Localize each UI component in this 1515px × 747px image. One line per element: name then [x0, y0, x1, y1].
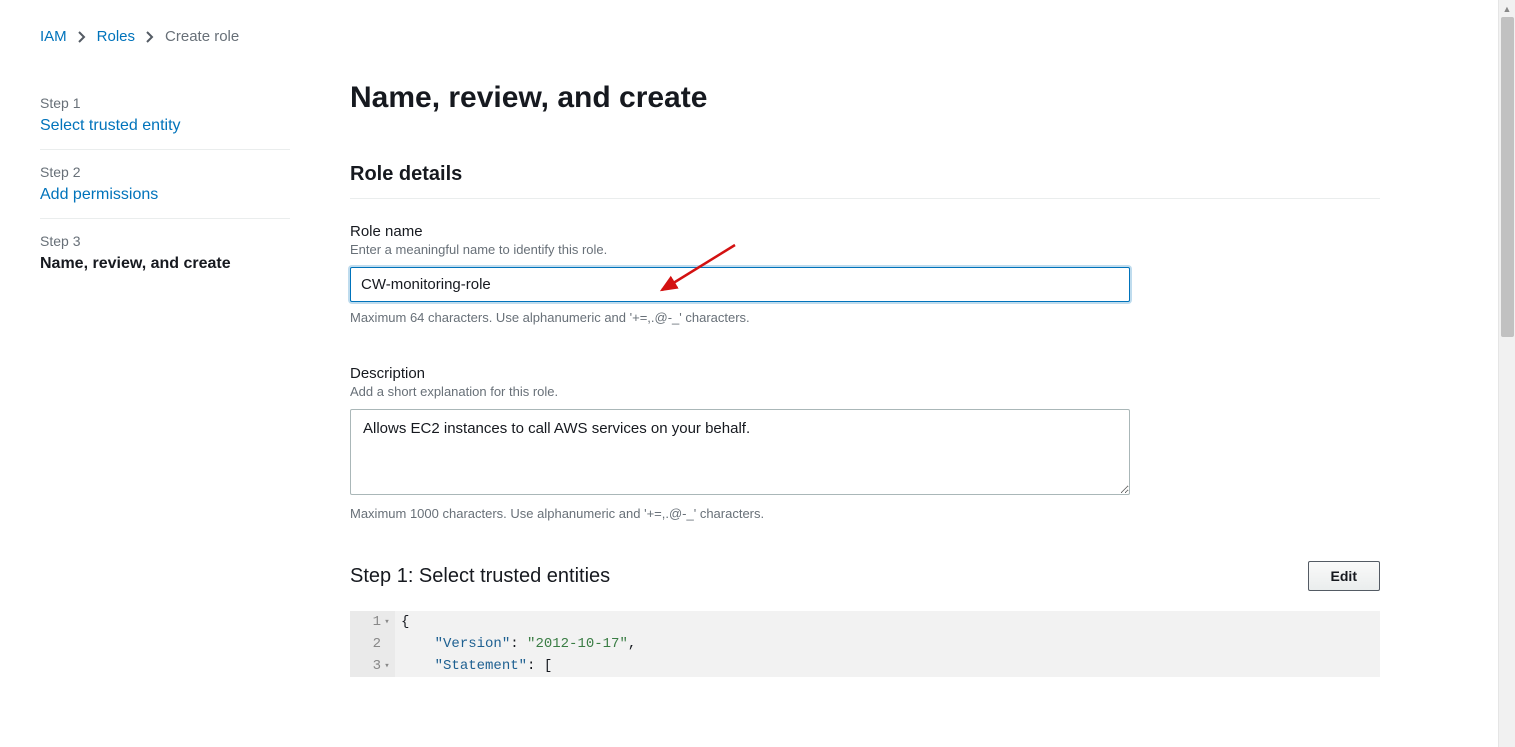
description-input[interactable] [350, 409, 1130, 495]
role-name-field: Role name Enter a meaningful name to ide… [350, 223, 1380, 325]
line-number: 1▾ [350, 611, 395, 633]
step-3-title: Name, review, and create [40, 255, 290, 273]
role-name-label: Role name [350, 223, 1380, 240]
chevron-right-icon [77, 30, 87, 44]
step-2-title: Add permissions [40, 186, 290, 204]
description-label: Description [350, 365, 1380, 382]
step-3-number: Step 3 [40, 233, 290, 249]
scroll-up-icon[interactable]: ▲ [1499, 0, 1515, 17]
role-name-help: Enter a meaningful name to identify this… [350, 242, 1380, 257]
main-content: Name, review, and create Role details Ro… [350, 81, 1400, 677]
fold-icon[interactable]: ▾ [383, 611, 391, 633]
page-title: Name, review, and create [350, 81, 1380, 115]
divider [350, 198, 1380, 199]
step-2-number: Step 2 [40, 164, 290, 180]
step-1-number: Step 1 [40, 95, 290, 111]
trusted-entities-heading: Step 1: Select trusted entities [350, 565, 610, 588]
scroll-thumb[interactable] [1501, 17, 1514, 337]
line-number: 2 [350, 633, 395, 655]
fold-icon[interactable]: ▾ [383, 655, 391, 677]
breadcrumb-roles[interactable]: Roles [97, 28, 135, 45]
role-name-constraint: Maximum 64 characters. Use alphanumeric … [350, 310, 1380, 325]
edit-button[interactable]: Edit [1308, 561, 1380, 591]
description-help: Add a short explanation for this role. [350, 384, 1380, 399]
step-2[interactable]: Step 2 Add permissions [40, 150, 290, 219]
breadcrumb-current: Create role [165, 28, 239, 45]
breadcrumb-iam[interactable]: IAM [40, 28, 67, 45]
description-field: Description Add a short explanation for … [350, 365, 1380, 521]
role-details-heading: Role details [350, 163, 1380, 186]
scrollbar[interactable]: ▲ [1498, 0, 1515, 747]
breadcrumb: IAM Roles Create role [40, 28, 1475, 45]
chevron-right-icon [145, 30, 155, 44]
step-1-title: Select trusted entity [40, 117, 290, 135]
step-3-current: Step 3 Name, review, and create [40, 219, 290, 287]
description-constraint: Maximum 1000 characters. Use alphanumeri… [350, 506, 1380, 521]
trust-policy-code: 1▾ { 2 "Version": "2012-10-17", 3▾ "Stat… [350, 611, 1380, 677]
step-1[interactable]: Step 1 Select trusted entity [40, 81, 290, 150]
role-name-input[interactable] [350, 267, 1130, 302]
wizard-steps: Step 1 Select trusted entity Step 2 Add … [40, 81, 290, 677]
line-number: 3▾ [350, 655, 395, 677]
